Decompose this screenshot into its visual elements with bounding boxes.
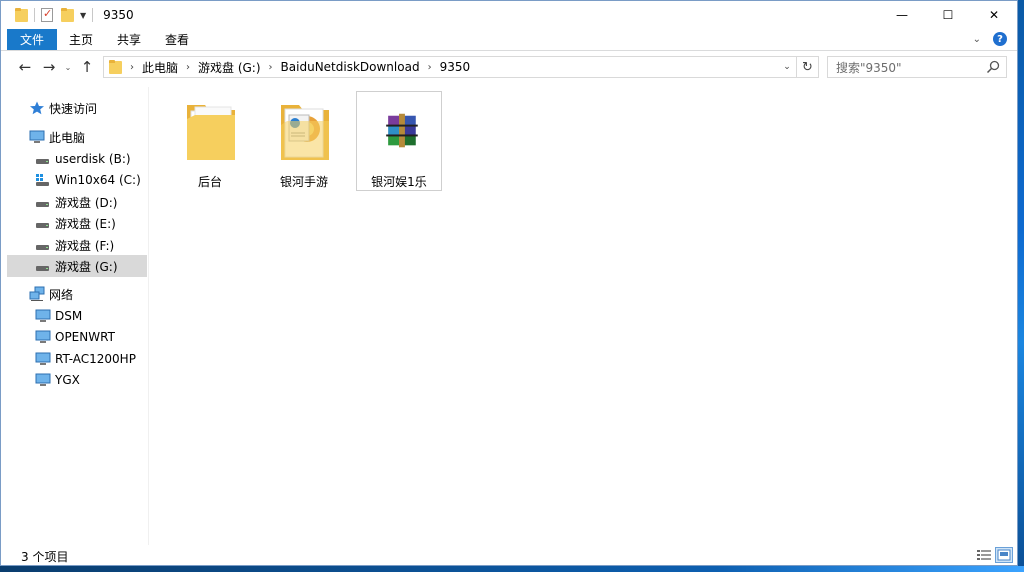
maximize-button[interactable]: ☐ — [925, 1, 971, 29]
monitor-icon — [35, 330, 51, 343]
properties-icon[interactable] — [41, 7, 53, 22]
breadcrumb-drive-g[interactable]: 游戏盘 (G:) — [198, 59, 261, 76]
sidebar-item-drive-f[interactable]: 游戏盘 (F:) — [7, 234, 147, 256]
desktop-background — [1018, 0, 1024, 572]
file-item[interactable]: 银河娱1乐 — [356, 91, 442, 191]
tab-view[interactable]: 查看 — [153, 29, 201, 50]
sidebar-item-label: userdisk (B:) — [55, 152, 131, 166]
navigation-pane: 快速访问 此电脑 userdisk (B:) Win10x64 (C:) 游戏盘… — [1, 87, 149, 545]
close-button[interactable]: ✕ — [971, 1, 1017, 29]
sidebar-item-drive-c[interactable]: Win10x64 (C:) — [7, 169, 147, 191]
drive-icon — [36, 266, 49, 271]
address-bar[interactable]: › 此电脑 › 游戏盘 (G:) › BaiduNetdiskDownload … — [103, 56, 819, 78]
navigation-bar: ← → ⌄ ↑ › 此电脑 › 游戏盘 (G:) › BaiduNetdiskD… — [1, 53, 1017, 81]
item-count: 3 个项目 — [21, 549, 69, 564]
explorer-window: ▼ 9350 — ☐ ✕ 文件 主页 共享 查看 ⌄ ? ← → ⌄ ↑ › 此… — [0, 0, 1018, 566]
help-icon[interactable]: ? — [993, 32, 1007, 46]
toolbar-divider — [92, 8, 94, 22]
drive-icon — [36, 223, 49, 228]
recent-locations-button[interactable]: ⌄ — [61, 55, 75, 79]
sidebar-item-network-dsm[interactable]: DSM — [7, 305, 147, 327]
customize-toolbar-icon[interactable]: ▼ — [80, 11, 86, 20]
up-button[interactable]: ↑ — [75, 55, 99, 79]
sidebar-item-label: 游戏盘 (F:) — [55, 238, 115, 253]
star-icon — [30, 101, 44, 115]
folder-icon — [109, 60, 122, 74]
sidebar-item-drive-g[interactable]: 游戏盘 (G:) — [7, 255, 147, 277]
tab-share[interactable]: 共享 — [105, 29, 153, 50]
minimize-button[interactable]: — — [879, 1, 925, 29]
forward-button[interactable]: → — [37, 55, 61, 79]
sidebar-item-drive-d[interactable]: 游戏盘 (D:) — [7, 191, 147, 213]
sidebar-item-label: OPENWRT — [55, 330, 115, 344]
file-list[interactable]: 后台 银河手游 银河娱1乐 — [151, 87, 1017, 545]
sidebar-item-network-ygx[interactable]: YGX — [7, 369, 147, 391]
breadcrumb-separator[interactable]: › — [269, 62, 273, 73]
title-bar[interactable]: ▼ 9350 — ☐ ✕ — [1, 1, 1017, 29]
folder-icon[interactable] — [15, 8, 28, 22]
sidebar-item-label: Win10x64 (C:) — [55, 173, 141, 187]
quick-access-toolbar: ▼ 9350 — [1, 1, 134, 29]
drive-icon — [36, 159, 49, 164]
sidebar-item-label: 此电脑 — [49, 130, 86, 145]
refresh-icon[interactable]: ↻ — [796, 57, 818, 77]
sidebar-item-label: 游戏盘 (G:) — [55, 259, 118, 274]
caption-buttons: — ☐ ✕ — [879, 1, 1017, 29]
ribbon-tabs: 文件 主页 共享 查看 ⌄ ? — [1, 29, 1017, 51]
file-name: 银河手游 — [279, 175, 328, 189]
new-folder-icon[interactable] — [61, 8, 74, 22]
sidebar-item-drive-b[interactable]: userdisk (B:) — [7, 148, 147, 170]
details-view-icon[interactable] — [975, 547, 993, 563]
file-name: 后台 — [197, 175, 222, 189]
network-icon — [29, 286, 45, 301]
toolbar-divider — [34, 8, 35, 22]
search-icon[interactable] — [986, 60, 1000, 74]
status-bar: 3 个项目 — [1, 545, 1017, 565]
sidebar-item-label: 游戏盘 (D:) — [55, 195, 118, 210]
winrar-archive-icon — [386, 113, 418, 148]
file-name: 银河娱1乐 — [371, 175, 427, 189]
window-title: 9350 — [103, 8, 134, 22]
monitor-icon — [35, 352, 51, 365]
folder-icon — [187, 105, 235, 160]
sidebar-item-quick-access[interactable]: 快速访问 — [7, 97, 147, 119]
large-icons-view-icon[interactable] — [995, 547, 1013, 563]
sidebar-item-label: DSM — [55, 309, 83, 323]
back-button[interactable]: ← — [13, 55, 37, 79]
system-drive-icon — [36, 174, 49, 186]
desktop-background — [0, 566, 1024, 572]
breadcrumb-current[interactable]: 9350 — [440, 60, 471, 74]
folder-with-doc-icon — [281, 105, 329, 160]
breadcrumb-baidu-download[interactable]: BaiduNetdiskDownload — [281, 60, 420, 74]
monitor-icon — [35, 373, 51, 386]
file-item[interactable]: 后台 — [167, 91, 253, 191]
breadcrumb-separator[interactable]: › — [428, 62, 432, 73]
file-item[interactable]: 银河手游 — [261, 91, 347, 191]
sidebar-item-this-pc[interactable]: 此电脑 — [7, 126, 147, 148]
address-dropdown-icon[interactable]: ⌄ — [780, 57, 794, 77]
drive-icon — [36, 202, 49, 207]
sidebar-item-label: 快速访问 — [49, 101, 98, 116]
sidebar-item-label: 网络 — [49, 287, 74, 302]
tab-file[interactable]: 文件 — [7, 29, 57, 50]
sidebar-item-network[interactable]: 网络 — [7, 283, 147, 305]
sidebar-item-network-router[interactable]: RT-AC1200HP — [7, 348, 147, 370]
search-placeholder: 搜索"9350" — [836, 60, 902, 75]
sidebar-item-drive-e[interactable]: 游戏盘 (E:) — [7, 212, 147, 234]
breadcrumb-separator[interactable]: › — [130, 62, 134, 73]
monitor-icon — [35, 309, 51, 322]
sidebar-item-label: YGX — [55, 373, 80, 387]
breadcrumb-separator[interactable]: › — [186, 62, 190, 73]
sidebar-item-label: RT-AC1200HP — [55, 352, 136, 366]
sidebar-item-network-openwrt[interactable]: OPENWRT — [7, 326, 147, 348]
sidebar-item-label: 游戏盘 (E:) — [55, 216, 116, 231]
breadcrumb-this-pc[interactable]: 此电脑 — [142, 59, 178, 76]
drive-icon — [36, 245, 49, 250]
search-input[interactable]: 搜索"9350" — [827, 56, 1007, 78]
tab-home[interactable]: 主页 — [57, 29, 105, 50]
expand-ribbon-icon[interactable]: ⌄ — [973, 34, 981, 45]
computer-icon — [29, 130, 45, 143]
